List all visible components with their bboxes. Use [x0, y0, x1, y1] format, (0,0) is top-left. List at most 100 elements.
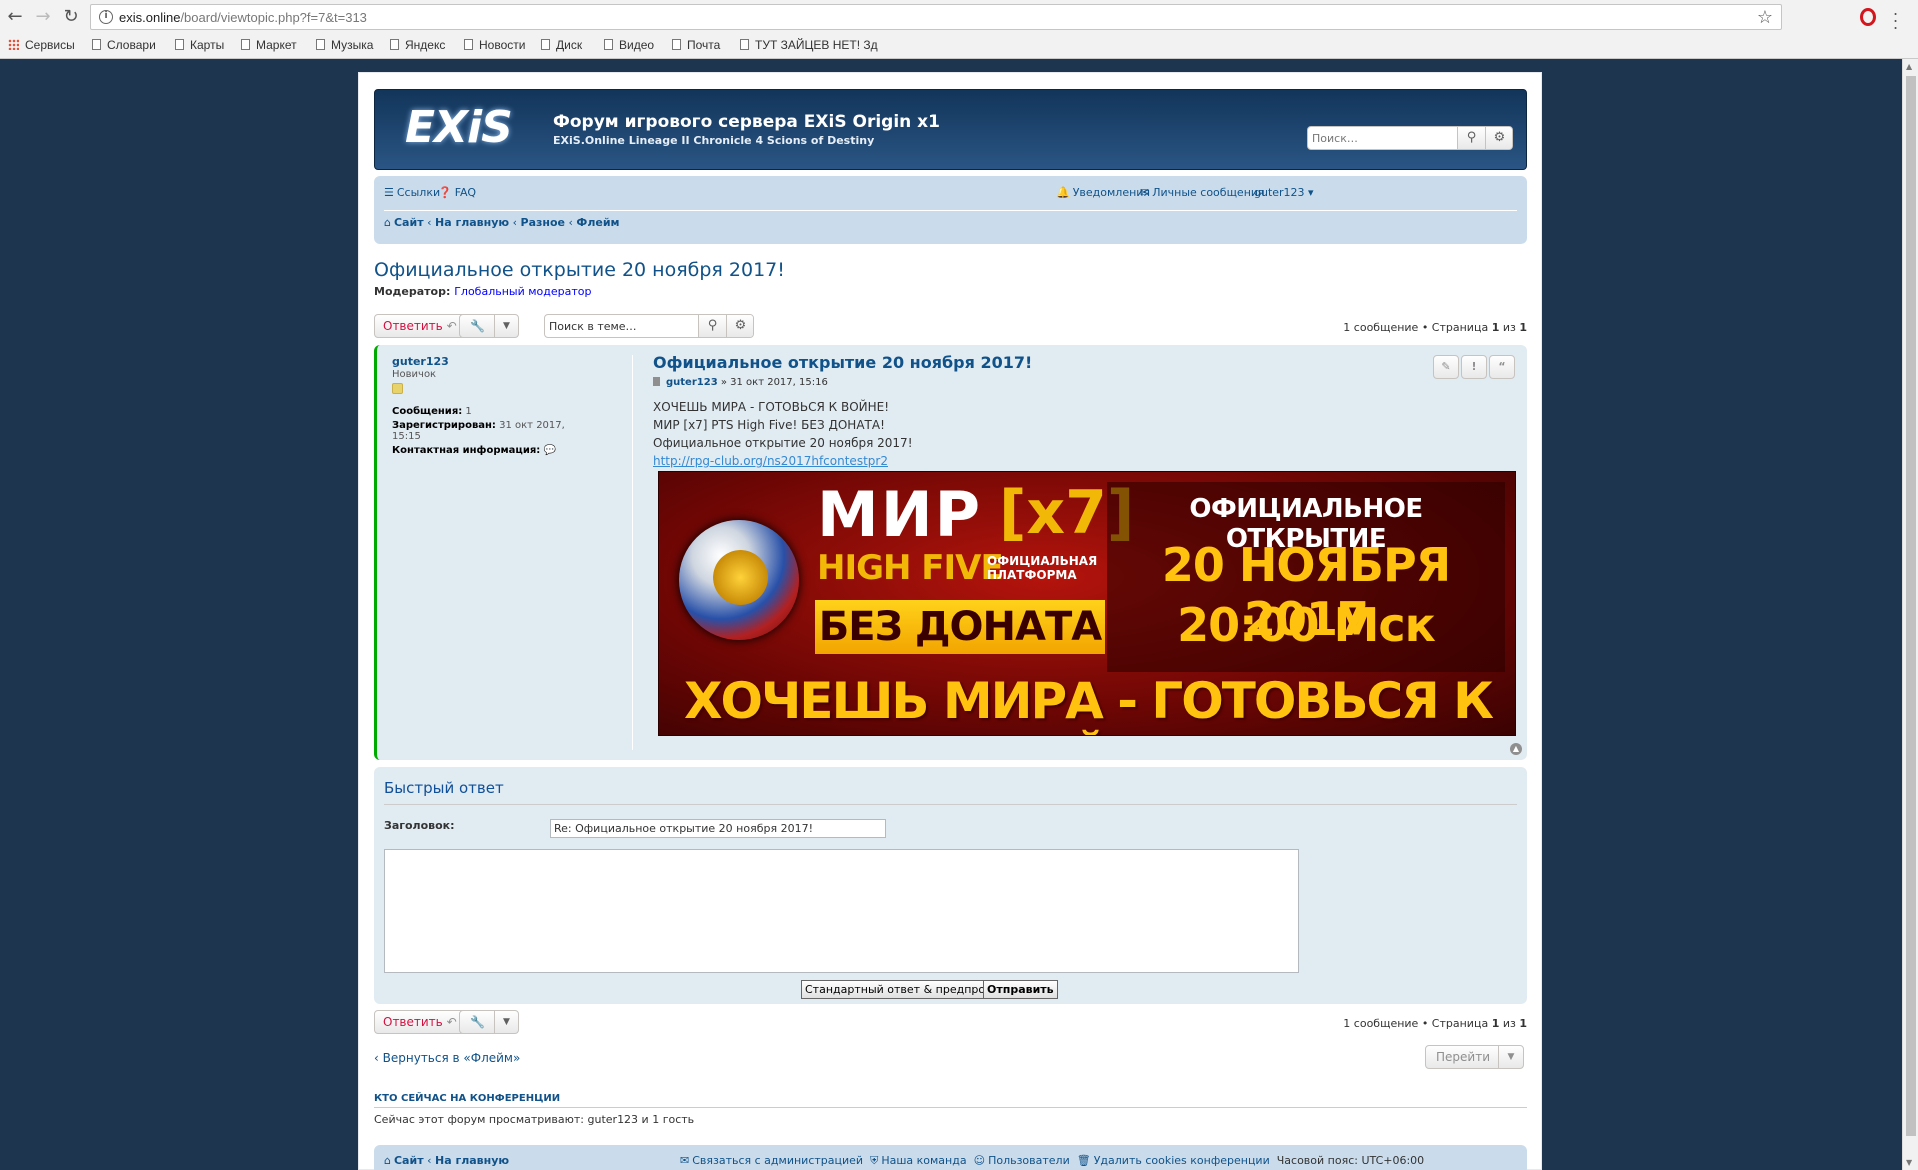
- footer-links: ✉ Связаться с администрацией ⛨ Наша команд…: [680, 1154, 1424, 1168]
- bookmark-disk[interactable]: Диск: [541, 38, 582, 52]
- post-icon[interactable]: [653, 377, 660, 386]
- bookmark-maps[interactable]: Карты: [175, 38, 224, 52]
- page-icon: [92, 39, 101, 50]
- who-is-online-heading: КТО СЕЙЧАС НА КОНФЕРЕНЦИИ: [374, 1093, 561, 1104]
- chevron-left-icon: ‹: [374, 1051, 379, 1065]
- chevron-down-icon: ▼: [494, 315, 518, 337]
- report-icon[interactable]: !: [1461, 355, 1487, 379]
- bookmarks-bar: Сервисы Словари Карты Маркет Музыка Яндекс Нов…: [0, 34, 1918, 58]
- opera-icon[interactable]: [1860, 8, 1876, 26]
- moderator-link[interactable]: Глобальный модератор: [454, 285, 591, 298]
- bookmark-dictionaries[interactable]: Словари: [92, 38, 156, 52]
- delete-cookies-link[interactable]: Удалить cookies конференции: [1094, 1154, 1270, 1167]
- faq-link[interactable]: ❓ FAQ: [438, 186, 476, 199]
- edit-pencil-icon[interactable]: ✎: [1433, 355, 1459, 379]
- user-menu[interactable]: guter123 ▾: [1254, 186, 1314, 199]
- quick-reply: Быстрый ответ Заголовок: Re: Официальное…: [374, 767, 1527, 1004]
- post-author-link[interactable]: guter123: [666, 377, 718, 388]
- author-name[interactable]: guter123: [392, 355, 582, 368]
- address-bar[interactable]: i exis.online/board/viewtopic.php?f=7&t=…: [90, 4, 1782, 30]
- notifications-link[interactable]: 🔔 Уведомления: [1056, 186, 1150, 199]
- post-link[interactable]: http://rpg-club.org/ns2017hfcontestpr2: [653, 452, 1513, 470]
- quick-reply-title: Быстрый ответ: [384, 779, 504, 797]
- quote-icon[interactable]: “: [1489, 355, 1515, 379]
- page-icon: [175, 39, 184, 50]
- speech-bubble-icon[interactable]: 💬: [543, 445, 555, 456]
- forward-arrow-icon[interactable]: →: [32, 6, 54, 28]
- page-icon: [464, 39, 473, 50]
- bookmark-yandex[interactable]: Яндекс: [390, 38, 445, 52]
- team-link[interactable]: Наша команда: [881, 1154, 966, 1167]
- reply-arrow-icon: ↶: [446, 1015, 457, 1029]
- page-icon: [316, 39, 325, 50]
- bookmark-market[interactable]: Маркет: [241, 38, 297, 52]
- post-actions: ✎! “: [1431, 355, 1515, 379]
- promo-banner-image: МИР [x7] HIGH FIVE ОФИЦИАЛЬНАЯ ПЛАТФОРМА…: [658, 471, 1516, 736]
- members-link[interactable]: Пользователи: [988, 1154, 1070, 1167]
- menu-icon[interactable]: ...: [1893, 2, 1898, 32]
- reply-button[interactable]: Ответить ↶: [374, 314, 466, 338]
- timezone-text: Часовой пояс: UTC+06:00: [1276, 1154, 1425, 1167]
- site-logo[interactable]: EXiS: [405, 100, 525, 160]
- header-search-input[interactable]: Поиск…: [1312, 132, 1358, 145]
- header-search: Поиск… ⚲ ⚙: [1307, 126, 1513, 150]
- subject-input[interactable]: Re: Официальное открытие 20 ноября 2017!: [550, 819, 886, 838]
- topic-tools-button[interactable]: 🔧 ▼: [459, 314, 519, 338]
- author-rank: Новичок: [392, 369, 437, 380]
- post-content: ХОЧЕШЬ МИРА - ГОТОВЬСЯ К ВОЙНЕ! МИР [x7]…: [653, 398, 1513, 470]
- subject-label: Заголовок:: [384, 819, 455, 832]
- author-contact: Контактная информация: 💬: [392, 445, 556, 456]
- bookmark-music[interactable]: Музыка: [316, 38, 373, 52]
- bookmark-apps[interactable]: Сервисы: [8, 38, 75, 52]
- jump-to-dropdown[interactable]: Перейти ▼: [1425, 1045, 1524, 1069]
- pagination-info: 1 сообщение • Страница 1 из 1: [1343, 321, 1527, 334]
- message-textarea[interactable]: [384, 849, 1299, 973]
- contact-admin-link[interactable]: Связаться с администрацией: [692, 1154, 863, 1167]
- post-title[interactable]: Официальное открытие 20 ноября 2017!: [653, 353, 1513, 372]
- breadcrumb-site[interactable]: Сайт: [394, 216, 424, 229]
- private-messages-link[interactable]: ✉ Личные сообщения: [1140, 186, 1265, 199]
- gear-icon[interactable]: ⚙: [1485, 127, 1512, 149]
- page-icon: [740, 39, 749, 50]
- topic-title[interactable]: Официальное открытие 20 ноября 2017!: [374, 259, 785, 281]
- page-icon: [672, 39, 681, 50]
- bookmark-news[interactable]: Новости: [464, 38, 525, 52]
- reply-arrow-icon: ↶: [446, 319, 457, 333]
- trash-icon: 🗑: [1076, 1154, 1091, 1167]
- page-icon: [241, 39, 250, 50]
- topic-search-icon[interactable]: ⚲: [698, 315, 726, 337]
- info-icon[interactable]: i: [99, 10, 113, 24]
- page-icon: [604, 39, 613, 50]
- breadcrumb-home[interactable]: На главную: [435, 216, 509, 229]
- back-arrow-icon[interactable]: ←: [4, 6, 26, 28]
- page-scrollbar[interactable]: ▲ ▼: [1902, 59, 1918, 1170]
- browser-toolbar: ← → ↻ i exis.online/board/viewtopic.php?…: [0, 0, 1918, 34]
- chevron-down-icon: ▼: [494, 1011, 518, 1033]
- bookmark-zaycev[interactable]: ТУТ ЗАЙЦЕВ НЕТ! Зд: [740, 38, 878, 52]
- topic-search-input[interactable]: Поиск в теме…: [549, 320, 637, 333]
- post-meta: guter123 » 31 окт 2017, 15:16: [653, 377, 1513, 388]
- topic-search-gear-icon[interactable]: ⚙: [726, 315, 753, 337]
- reply-button-bottom[interactable]: Ответить ↶: [374, 1010, 466, 1034]
- back-to-top-icon[interactable]: ▲: [1510, 743, 1522, 755]
- scroll-up-icon[interactable]: ▲: [1906, 62, 1912, 71]
- page-icon: [390, 39, 399, 50]
- bell-icon: 🔔: [1056, 186, 1070, 199]
- author-registered: Зарегистрирован: 31 окт 2017, 15:15: [392, 420, 565, 442]
- back-to-forum-link[interactable]: ‹ Вернуться в «Флейм»: [374, 1051, 520, 1065]
- bookmark-star-icon[interactable]: ☆: [1757, 7, 1773, 28]
- submit-button[interactable]: Отправить: [983, 980, 1058, 999]
- url-text[interactable]: exis.online/board/viewtopic.php?f=7&t=31…: [119, 10, 367, 25]
- links-menu[interactable]: ☰ Ссылки: [384, 186, 440, 199]
- forum-header: EXiS Форум игрового сервера EXiS Origin …: [374, 89, 1527, 170]
- search-icon[interactable]: ⚲: [1457, 127, 1485, 149]
- reload-icon[interactable]: ↻: [60, 6, 82, 28]
- bookmark-mail[interactable]: Почта: [672, 38, 720, 52]
- scroll-thumb[interactable]: [1906, 76, 1916, 1136]
- pagination-info-bottom: 1 сообщение • Страница 1 из 1: [1343, 1017, 1527, 1030]
- scroll-down-icon[interactable]: ▼: [1906, 1158, 1912, 1167]
- breadcrumb-misc[interactable]: Разное: [521, 216, 566, 229]
- breadcrumb-flame[interactable]: Флейм: [576, 216, 619, 229]
- topic-tools-button-bottom[interactable]: 🔧 ▼: [459, 1010, 519, 1034]
- bookmark-video[interactable]: Видео: [604, 38, 654, 52]
